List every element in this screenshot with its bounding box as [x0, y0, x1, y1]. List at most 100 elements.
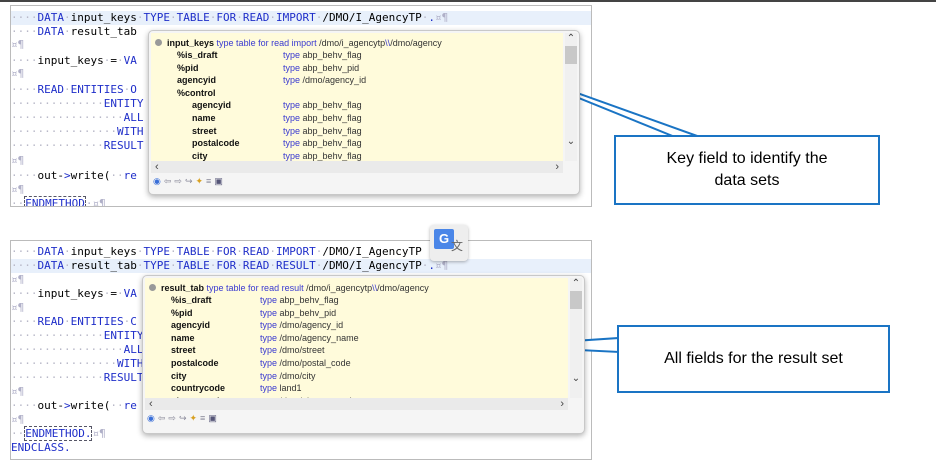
field-name: agencyid	[177, 75, 217, 86]
scroll-down-icon[interactable]: ⌄	[565, 136, 577, 147]
field-name: city	[171, 370, 187, 381]
field-name: postalcode	[192, 138, 240, 149]
type-value: abp_behv_flag	[302, 100, 362, 111]
scroll-up-icon[interactable]: ⌃	[565, 33, 577, 44]
header-name: input_keys	[167, 38, 215, 48]
back-icon[interactable]: ⇦	[164, 176, 175, 186]
type-value: abp_behv_flag	[302, 113, 362, 123]
vertical-scrollbar[interactable]: ⌃ ⌄	[565, 33, 577, 161]
type-value: abp_behv_flag	[302, 138, 362, 149]
field-type: type abp_behv_pid	[260, 307, 336, 319]
element-info-icon[interactable]: ▣	[208, 413, 220, 423]
popup-content: result_tab type table for read result /d…	[145, 278, 568, 398]
field-type: type /dmo/city	[260, 370, 316, 382]
type-value: /dmo/agency_name	[279, 332, 359, 343]
scroll-down-icon[interactable]: ⌄	[570, 373, 582, 384]
field-type: type /dmo/agency_name	[260, 332, 359, 344]
type-value: /dmo/agency_id	[302, 75, 367, 86]
scroll-right-icon[interactable]: ›	[555, 161, 559, 173]
type-value: abp_behv_flag	[302, 125, 362, 136]
field-type: type /dmo/agency_id	[283, 74, 366, 86]
scroll-right-icon[interactable]: ›	[560, 398, 564, 410]
forward-icon[interactable]: ⇨	[168, 413, 179, 423]
open-declaration-icon[interactable]: ↪	[179, 413, 190, 423]
element-info-icon[interactable]: ▣	[214, 176, 226, 186]
field-type: type abp_behv_flag	[283, 49, 362, 61]
type-keyword: type	[283, 75, 301, 86]
type-keyword: type	[283, 138, 301, 149]
field-name: street	[171, 345, 196, 356]
header-keyword: type table for read import	[216, 38, 317, 48]
type-keyword: type	[260, 383, 278, 394]
type-value: abp_behv_pid	[302, 62, 360, 73]
hover-info-popup[interactable]: result_tab type table for read result /d…	[142, 275, 585, 434]
scroll-left-icon[interactable]: ‹	[149, 398, 153, 410]
info-icon	[149, 284, 156, 291]
vertical-scrollbar[interactable]: ⌃ ⌄	[570, 278, 582, 398]
type-value: abp_behv_flag	[279, 295, 339, 305]
scroll-thumb[interactable]	[570, 291, 582, 309]
field-name: street	[192, 125, 217, 136]
field-name: %is_draft	[177, 50, 218, 60]
callout-key-field: Key field to identify the data sets	[614, 135, 880, 205]
field-name: %pid	[171, 307, 193, 318]
popup-header: input_keys type table for read import /d…	[155, 37, 442, 49]
field-name: name	[171, 332, 195, 343]
field-type: type abp_behv_flag	[260, 294, 339, 306]
type-value: /dmo/city	[279, 370, 316, 381]
forward-icon[interactable]: ⇨	[174, 176, 185, 186]
pin-icon[interactable]: ✦	[190, 413, 201, 423]
abap-doc-icon[interactable]: ◉	[153, 176, 164, 186]
header-entity: /dmo/agency	[390, 38, 442, 48]
type-keyword: type	[260, 358, 278, 368]
popup-content: input_keys type table for read import /d…	[151, 33, 563, 161]
popup-header: result_tab type table for read result /d…	[149, 282, 429, 294]
abap-doc-icon[interactable]: ◉	[147, 413, 158, 423]
info-icon	[155, 39, 162, 46]
field-type: type abp_behv_pid	[283, 62, 359, 74]
field-type: type abp_behv_flag	[283, 137, 362, 149]
type-keyword: type	[283, 50, 301, 60]
type-keyword: type	[260, 332, 278, 343]
field-name: name	[192, 113, 216, 123]
type-keyword: type	[260, 370, 278, 381]
type-keyword: type	[283, 150, 301, 161]
type-value: /dmo/street	[279, 345, 325, 356]
back-icon[interactable]: ⇦	[158, 413, 169, 423]
scroll-left-icon[interactable]: ‹	[155, 161, 159, 173]
header-path: /dmo/i_agencytp	[319, 38, 386, 48]
field-name: agencyid	[192, 100, 232, 111]
callout-all-fields: All fields for the result set	[617, 325, 890, 393]
field-type: type abp_behv_flag	[283, 99, 362, 111]
field-type: type abp_behv_flag	[283, 112, 362, 124]
popup-toolbar: ◉⇦⇨↪✦≡▣	[153, 176, 226, 187]
field-name: city	[192, 150, 208, 161]
field-name: postalcode	[171, 358, 219, 368]
hover-info-popup[interactable]: input_keys type table for read import /d…	[148, 30, 580, 195]
type-keyword: type	[260, 345, 278, 356]
callout-text: All fields for the result set	[664, 350, 843, 367]
popup-toolbar: ◉⇦⇨↪✦≡▣	[147, 413, 220, 424]
type-keyword: type	[260, 307, 278, 318]
type-value: land1	[279, 383, 302, 394]
field-name: agencyid	[171, 320, 211, 331]
pin-icon[interactable]: ✦	[196, 176, 207, 186]
field-name: %is_draft	[171, 295, 212, 305]
field-name: %control	[177, 87, 216, 98]
open-declaration-icon[interactable]: ↪	[185, 176, 196, 186]
type-value: abp_behv_flag	[302, 50, 362, 60]
scroll-thumb[interactable]	[565, 46, 577, 64]
type-value: /dmo/agency_id	[279, 320, 344, 331]
field-type: type abp_behv_flag	[283, 125, 362, 137]
horizontal-scrollbar[interactable]: ‹ ›	[145, 398, 568, 410]
scroll-up-icon[interactable]: ⌃	[570, 278, 582, 289]
field-type: type abp_behv_flag	[283, 150, 362, 161]
field-type: type /dmo/agency_id	[260, 319, 343, 331]
header-keyword: type table for read result	[206, 283, 304, 293]
field-type: type /dmo/street	[260, 344, 325, 356]
type-keyword: type	[260, 320, 278, 331]
type-keyword: type	[283, 100, 301, 111]
horizontal-scrollbar[interactable]: ‹ ›	[151, 161, 563, 173]
header-path: /dmo/i_agencytp	[306, 283, 373, 293]
type-keyword: type	[283, 125, 301, 136]
